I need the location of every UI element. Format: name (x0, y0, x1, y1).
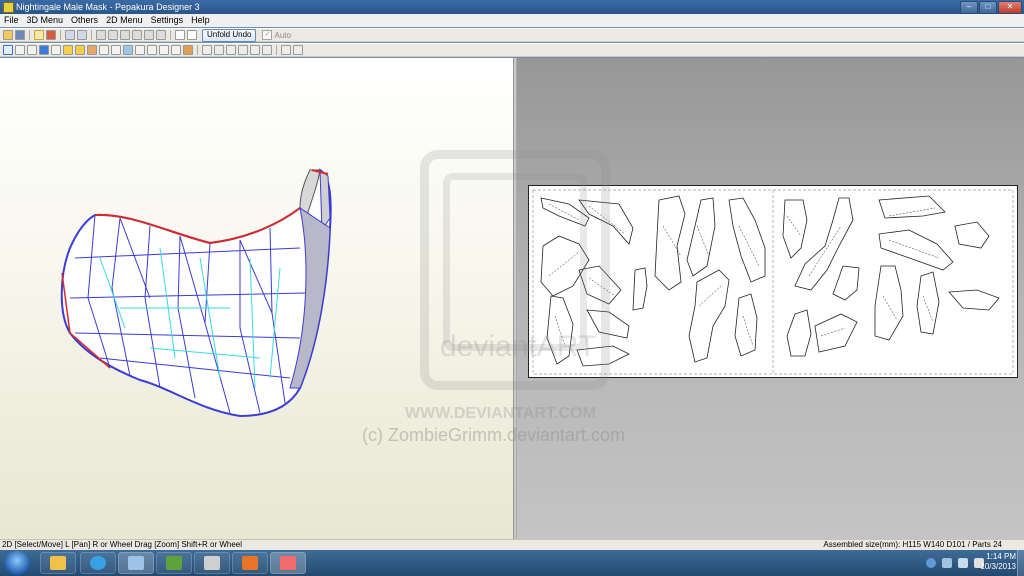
internet-explorer-icon (90, 556, 106, 570)
edit-tool-icon[interactable] (96, 30, 106, 40)
redo-icon[interactable] (77, 30, 87, 40)
watermark-credit: (c) ZombieGrimm.deviantart.com (362, 425, 626, 445)
zoom-out-icon[interactable] (293, 45, 303, 55)
menu-bar: File 3D Menu Others 2D Menu Settings Hel… (0, 14, 1024, 27)
clock-date: 10/3/2013 (980, 562, 1016, 571)
folder-icon (50, 556, 66, 570)
arrow-icon[interactable] (27, 45, 37, 55)
toolbar-main: Unfold Undo ✓ Auto (0, 28, 1024, 42)
network-icon[interactable] (958, 558, 968, 568)
select-tool-icon[interactable] (3, 45, 13, 55)
undo-icon[interactable] (65, 30, 75, 40)
valley-fold-icon[interactable] (99, 45, 109, 55)
watermark-url: WWW.DEVIANTART.COM (405, 405, 596, 422)
align-middle-icon[interactable] (250, 45, 260, 55)
help-icon[interactable] (926, 558, 936, 568)
maximize-button[interactable]: □ (979, 1, 997, 14)
toolbar-separator (197, 45, 198, 55)
taskbar-orange-app-button[interactable] (232, 552, 268, 574)
orange-app-icon (242, 556, 258, 570)
title-bar: Nightingale Male Mask - Pepakura Designe… (0, 0, 1024, 14)
auto-checkbox[interactable]: ✓ (262, 30, 273, 40)
align-right-icon[interactable] (226, 45, 236, 55)
show-hidden-icons[interactable] (942, 558, 952, 568)
close-button[interactable]: ✕ (998, 1, 1022, 14)
grid-icon[interactable] (51, 45, 61, 55)
taskbar-media-button[interactable] (194, 552, 230, 574)
menu-3d[interactable]: 3D Menu (23, 14, 68, 27)
taskbar: 1:14 PM 10/3/2013 (0, 550, 1024, 576)
watermark-brand: deviantART (440, 330, 597, 363)
auto-label: Auto (274, 30, 291, 40)
taskbar-pepakura-designer-button[interactable] (270, 552, 306, 574)
flap-icon[interactable] (144, 30, 154, 40)
clock-time: 1:14 PM (986, 552, 1016, 561)
align-center-icon[interactable] (214, 45, 224, 55)
move-icon[interactable] (156, 30, 166, 40)
unfold-undo-button[interactable]: Unfold Undo (202, 28, 257, 42)
open-file-icon[interactable] (3, 30, 13, 40)
fold-tool-icon[interactable] (63, 45, 73, 55)
start-button[interactable] (4, 551, 30, 575)
window-controls: – □ ✕ (960, 1, 1022, 14)
join-edge-icon[interactable] (108, 30, 118, 40)
menu-2d[interactable]: 2D Menu (102, 14, 147, 27)
align-left-icon[interactable] (202, 45, 212, 55)
show-desktop-button[interactable] (1017, 550, 1024, 576)
taskbar-green-app-button[interactable] (156, 552, 192, 574)
texture-icon[interactable] (46, 30, 56, 40)
flap-tool-icon[interactable] (75, 45, 85, 55)
clock[interactable]: 1:14 PM 10/3/2013 (980, 552, 1016, 572)
edge-id-icon[interactable] (171, 45, 181, 55)
taskbar-pepakura-viewer-button[interactable] (118, 552, 154, 574)
print-icon[interactable] (147, 45, 157, 55)
blue-square-icon[interactable] (39, 45, 49, 55)
zoom-in-icon[interactable] (281, 45, 291, 55)
menu-file[interactable]: File (0, 14, 23, 27)
status-bar: 2D [Select/Move] L [Pan] R or Wheel Drag… (0, 539, 1024, 550)
toolbar-separator (60, 30, 61, 40)
assembled-size: Assembled size(mm): H115 W140 D101 / Par… (823, 540, 1002, 549)
cut-icon[interactable] (111, 45, 121, 55)
green-app-icon (166, 556, 182, 570)
taskbar-ie-button[interactable] (80, 552, 116, 574)
page-icon[interactable] (135, 45, 145, 55)
media-app-icon (204, 556, 220, 570)
rotate-icon[interactable] (132, 30, 142, 40)
menu-settings[interactable]: Settings (147, 14, 188, 27)
toolbar-separator (276, 45, 277, 55)
taskbar-explorer-button[interactable] (40, 552, 76, 574)
pepakura-app-icon[interactable] (3, 2, 14, 13)
toolbar-separator (91, 30, 92, 40)
align-top-icon[interactable] (238, 45, 248, 55)
menu-help[interactable]: Help (187, 14, 214, 27)
zoom-icon[interactable] (159, 45, 169, 55)
layout-icon[interactable] (187, 30, 197, 40)
status-hint: 2D [Select/Move] L [Pan] R or Wheel Drag… (2, 540, 243, 549)
3d-view-icon[interactable] (34, 30, 44, 40)
align-icon[interactable] (123, 45, 133, 55)
menu-others[interactable]: Others (67, 14, 102, 27)
toolbar-separator (170, 30, 171, 40)
save-icon[interactable] (15, 30, 25, 40)
pepakura-viewer-icon (128, 556, 144, 570)
window-title: Nightingale Male Mask - Pepakura Designe… (16, 2, 200, 12)
pointer-icon[interactable] (15, 45, 25, 55)
system-tray (926, 550, 984, 576)
fold-icon[interactable] (120, 30, 130, 40)
window-icon[interactable] (175, 30, 185, 40)
mountain-fold-icon[interactable] (87, 45, 97, 55)
auto-checkbox-group[interactable]: ✓ Auto (262, 30, 291, 40)
toolbar-separator (29, 30, 30, 40)
align-bottom-icon[interactable] (262, 45, 272, 55)
pepakura-designer-icon (280, 556, 296, 570)
texture-toggle-icon[interactable] (183, 45, 193, 55)
toolbar-secondary (0, 43, 1024, 57)
minimize-button[interactable]: – (960, 1, 978, 14)
